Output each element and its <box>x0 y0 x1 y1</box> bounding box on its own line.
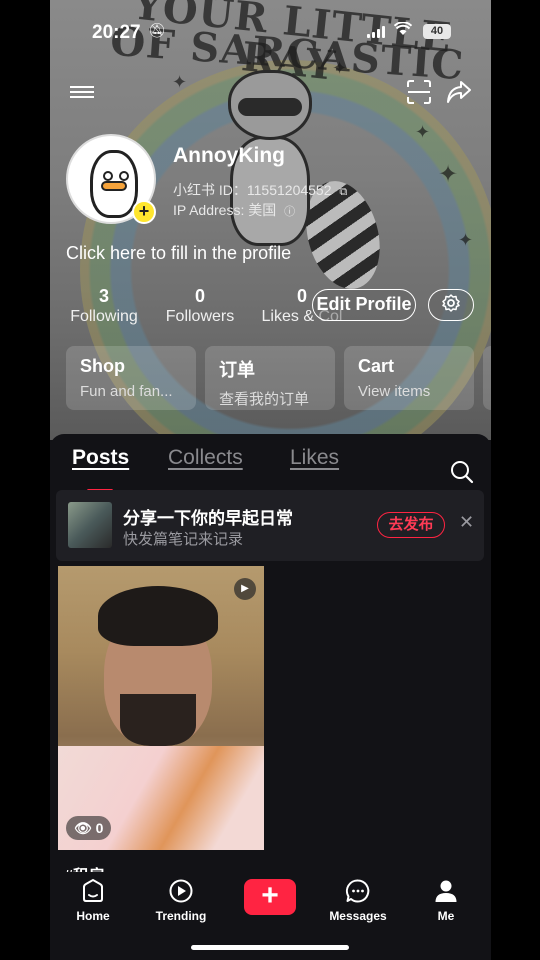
stat-following-count: 3 <box>98 286 109 306</box>
raccoon-illustration <box>200 70 392 298</box>
daily-share-prompt[interactable]: 分享一下你的早起日常 快发篇笔记来记录 去发布 ✕ <box>56 490 484 561</box>
copy-icon[interactable]: ⧉ <box>339 186 347 198</box>
video-play-icon: ▶ <box>234 578 256 600</box>
cart-card-subtitle: View items <box>358 383 431 400</box>
nav-home[interactable]: Home <box>58 878 128 923</box>
tab-collects[interactable]: Collects <box>168 446 243 470</box>
create-post-button[interactable]: + <box>244 879 296 915</box>
user-id: 小红书 ID：11551204552 ⧉ <box>173 180 347 200</box>
promo-subtitle: 快发篇笔记来记录 <box>123 531 244 548</box>
scan-icon[interactable] <box>405 78 433 106</box>
settings-button[interactable] <box>428 289 474 321</box>
stat-following[interactable]: 3 Following <box>66 286 142 326</box>
person-icon <box>411 878 481 906</box>
user-id-text: 小红书 ID：11551204552 <box>173 182 332 198</box>
bell-slash-icon: 🔕︎ <box>148 22 166 38</box>
orders-card[interactable]: 订单 查看我的订单 <box>205 346 335 410</box>
tab-likes[interactable]: Likes <box>290 446 339 470</box>
status-time: 20:27 <box>92 22 141 43</box>
share-icon[interactable] <box>445 78 473 106</box>
cellular-signal-icon <box>367 26 385 38</box>
more-card-peek[interactable] <box>483 346 491 410</box>
chat-bubble-icon <box>323 878 393 906</box>
stat-followers-count: 0 <box>194 286 205 306</box>
post-views-count: 0 <box>95 820 104 836</box>
nav-home-label: Home <box>76 909 110 923</box>
post-views-badge: 👁︎ 0 <box>66 816 112 840</box>
phone-screen: YOUR LITTLE RAY OF SARCASTIC ✦ ✦ ✦ ✦ ✦ 2… <box>50 0 491 960</box>
edit-profile-button[interactable]: Edit Profile <box>312 289 416 321</box>
stat-followers-label: Followers <box>165 308 235 325</box>
sparkle-icon: ✦ <box>415 122 431 142</box>
sparkle-icon: ✦ <box>332 58 348 78</box>
info-icon[interactable]: ⓘ <box>284 206 295 218</box>
shop-card-title: Shop <box>80 356 125 376</box>
sparkle-icon: ✦ <box>172 72 188 92</box>
shop-card[interactable]: Shop Fun and fan... <box>66 346 196 410</box>
cart-card-title: Cart <box>358 356 395 376</box>
post-card[interactable]: ▶ 👁︎ 0 <box>58 566 264 850</box>
status-bar: 20:27 🔕︎ 40 <box>50 18 491 48</box>
nav-trending-label: Trending <box>155 909 207 923</box>
nav-trending[interactable]: Trending <box>146 878 216 923</box>
menu-icon[interactable] <box>68 78 96 106</box>
bottom-nav: Home Trending + Messages Me <box>50 872 491 960</box>
fill-profile-prompt[interactable]: Click here to fill in the profile <box>66 243 291 264</box>
ip-address-text: IP Address: 美国 <box>173 202 277 218</box>
play-circle-icon <box>146 878 216 906</box>
tab-posts[interactable]: Posts <box>72 446 129 470</box>
ip-address: IP Address: 美国 ⓘ <box>173 200 295 220</box>
username: AnnoyKing <box>173 144 285 167</box>
search-icon[interactable] <box>450 460 474 484</box>
promo-title: 分享一下你的早起日常 <box>123 509 293 528</box>
home-icon <box>58 878 128 906</box>
wifi-icon <box>393 21 413 41</box>
stat-followers[interactable]: 0 Followers <box>160 286 240 326</box>
promo-thumbnail <box>68 502 112 548</box>
nav-messages[interactable]: Messages <box>323 878 393 923</box>
orders-card-subtitle: 查看我的订单 <box>219 391 310 408</box>
nav-messages-label: Messages <box>329 909 387 923</box>
gear-icon <box>442 293 460 317</box>
nav-me[interactable]: Me <box>411 878 481 923</box>
home-indicator[interactable] <box>191 945 349 950</box>
eye-icon: 👁︎ <box>74 820 92 836</box>
avatar-add-badge[interactable]: + <box>132 200 156 224</box>
orders-card-title: 订单 <box>219 360 255 380</box>
publish-button[interactable]: 去发布 <box>377 512 445 538</box>
close-icon[interactable]: ✕ <box>459 512 474 533</box>
shop-card-subtitle: Fun and fan... <box>80 383 173 400</box>
battery-indicator: 40 <box>423 24 451 39</box>
cart-card[interactable]: Cart View items <box>344 346 474 410</box>
nav-me-label: Me <box>437 909 455 923</box>
sparkle-icon: ✦ <box>458 230 474 250</box>
stat-following-label: Following <box>70 308 138 325</box>
content-tabs: Posts Collects Likes <box>50 446 491 492</box>
sparkle-icon: ✦ <box>438 161 459 188</box>
